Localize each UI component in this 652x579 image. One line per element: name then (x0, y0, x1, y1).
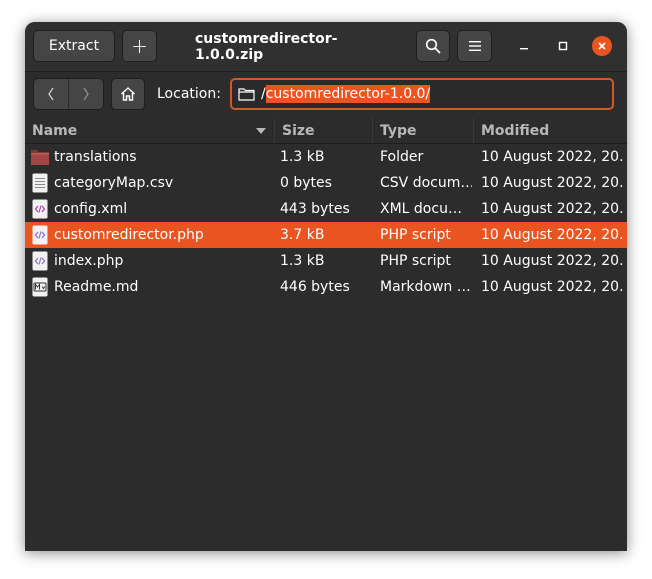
file-type: Folder (380, 149, 424, 165)
search-icon (425, 38, 441, 54)
file-modified: 10 August 2022, 20… (481, 201, 623, 217)
column-name-label: Name (32, 122, 78, 139)
file-type: XML docu… (380, 201, 462, 217)
column-modified-label: Modified (481, 122, 550, 139)
file-type: PHP script (380, 227, 451, 243)
close-button[interactable] (592, 36, 612, 56)
close-icon (597, 41, 607, 51)
folder-outline-icon (238, 87, 255, 101)
file-name: config.xml (54, 201, 128, 217)
file-name: customredirector.php (54, 227, 204, 243)
forward-button[interactable] (69, 79, 103, 109)
file-name: Readme.md (54, 279, 139, 295)
file-modified: 10 August 2022, 20… (481, 175, 623, 191)
file-size: 3.7 kB (280, 227, 325, 243)
file-size: 1.3 kB (280, 253, 325, 269)
maximize-button[interactable] (553, 36, 573, 56)
file-modified: 10 August 2022, 20… (481, 279, 623, 295)
file-row-selected[interactable]: customredirector.php 3.7 kB PHP script 1… (25, 222, 627, 248)
column-header-name[interactable]: Name (25, 118, 275, 143)
chevron-left-icon (46, 86, 56, 102)
file-size: 1.3 kB (280, 149, 325, 165)
folder-icon (29, 144, 51, 170)
extract-button[interactable]: Extract (33, 30, 115, 62)
markdown-file-icon (29, 274, 51, 300)
column-header-type[interactable]: Type (373, 118, 474, 143)
chevron-right-icon (81, 86, 91, 102)
file-type: Markdown … (380, 279, 471, 295)
file-size: 443 bytes (280, 201, 350, 217)
minimize-icon (519, 41, 529, 51)
file-modified: 10 August 2022, 20… (481, 149, 623, 165)
column-size-label: Size (282, 122, 315, 139)
file-name: translations (54, 149, 137, 165)
file-modified: 10 August 2022, 20… (481, 253, 623, 269)
php-file-icon (29, 248, 51, 274)
file-name: index.php (54, 253, 124, 269)
archive-manager-window: Extract + customredirector-1.0.0.zip Loc… (25, 22, 627, 551)
file-row[interactable]: translations 1.3 kB Folder 10 August 202… (25, 144, 627, 170)
column-header-size[interactable]: Size (275, 118, 373, 143)
column-type-label: Type (380, 122, 417, 139)
location-label: Location: (157, 86, 221, 102)
sort-descending-icon (256, 128, 266, 134)
file-size: 0 bytes (280, 175, 332, 191)
home-icon (120, 86, 136, 102)
spreadsheet-file-icon (29, 170, 51, 196)
main-menu-button[interactable] (457, 30, 492, 62)
php-file-icon (29, 222, 51, 248)
home-button[interactable] (111, 78, 145, 110)
file-size: 446 bytes (280, 279, 350, 295)
search-button[interactable] (416, 30, 450, 62)
xml-file-icon (29, 196, 51, 222)
location-bar: Location: / customredirector-1.0.0/ (25, 71, 627, 118)
file-modified: 10 August 2022, 20… (481, 227, 623, 243)
location-path-selected: customredirector-1.0.0/ (265, 85, 431, 103)
window-title: customredirector-1.0.0.zip (195, 30, 338, 63)
header-bar: Extract + customredirector-1.0.0.zip (25, 22, 627, 71)
file-list: Name Size Type Modified translations 1.3… (25, 118, 627, 551)
file-row[interactable]: Readme.md 446 bytes Markdown … 10 August… (25, 274, 627, 300)
file-row[interactable]: index.php 1.3 kB PHP script 10 August 20… (25, 248, 627, 274)
column-header-modified[interactable]: Modified (474, 118, 627, 143)
file-row[interactable]: categoryMap.csv 0 bytes CSV docum… 10 Au… (25, 170, 627, 196)
hamburger-menu-icon (468, 40, 482, 52)
location-field[interactable]: / customredirector-1.0.0/ (230, 78, 614, 110)
file-row[interactable]: config.xml 443 bytes XML docu… 10 August… (25, 196, 627, 222)
back-button[interactable] (34, 79, 68, 109)
minimize-button[interactable] (514, 36, 534, 56)
file-type: CSV docum… (380, 175, 472, 191)
maximize-icon (558, 41, 568, 51)
column-header-bar: Name Size Type Modified (25, 118, 627, 144)
file-type: PHP script (380, 253, 451, 269)
navigation-buttons (33, 78, 104, 110)
add-files-button[interactable]: + (122, 30, 157, 62)
file-name: categoryMap.csv (54, 175, 174, 191)
